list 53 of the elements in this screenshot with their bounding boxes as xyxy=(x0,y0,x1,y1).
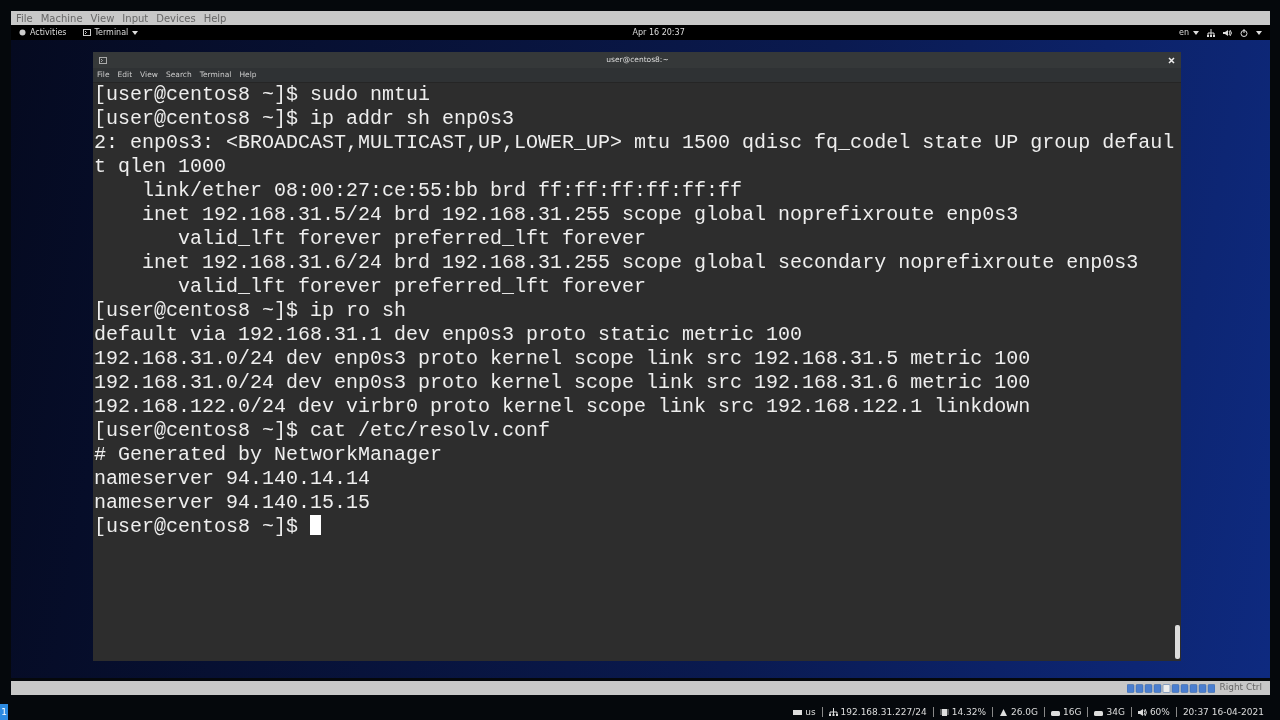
terminal-icon xyxy=(82,29,91,36)
menu-item[interactable]: Input xyxy=(122,10,149,26)
close-icon[interactable] xyxy=(1168,56,1175,64)
speaker-icon xyxy=(1137,707,1147,717)
terminal-line: [user@centos8 ~]$ ip addr sh enp0s3 xyxy=(94,107,516,131)
network-icon xyxy=(828,707,838,717)
terminal-line: 192.168.122.0/24 dev virbr0 proto kernel scope link src 192.168.122.1 linkdown xyxy=(94,395,1032,419)
status-text: 34G xyxy=(1106,707,1125,717)
terminal-line: t qlen 1000 xyxy=(94,155,228,179)
clock[interactable]: Apr 16 20:37 xyxy=(467,26,850,39)
status-text: 192.168.31.227/24 xyxy=(840,707,927,717)
menu-item[interactable]: View xyxy=(90,10,115,26)
keyboard-icon xyxy=(793,707,803,717)
scrollbar-thumb[interactable] xyxy=(1175,625,1180,659)
menu-item[interactable]: Devices xyxy=(156,10,196,26)
caret-icon xyxy=(1256,30,1262,35)
caret-icon xyxy=(132,30,139,35)
menu-item[interactable]: Help xyxy=(203,10,227,26)
terminal-line: 192.168.31.0/24 dev enp0s3 proto kernel scope link src 192.168.31.5 metric 100 xyxy=(94,347,1032,371)
status-text: us xyxy=(805,707,816,717)
workspace-button[interactable]: 1 xyxy=(0,704,8,720)
status-text: 16G xyxy=(1063,707,1082,717)
menu-item[interactable]: File xyxy=(16,10,33,26)
power-icon xyxy=(1240,28,1248,37)
terminal-line: # Generated by NetworkManager xyxy=(94,443,444,467)
terminal-line: [user@centos8 ~]$ ip ro sh xyxy=(94,299,408,323)
terminal-line: nameserver 94.140.15.15 xyxy=(94,491,372,515)
network-icon xyxy=(1207,28,1215,37)
terminal-line: link/ether 08:00:27:ce:55:bb brd ff:ff:ff:ff:ff:ff xyxy=(141,179,744,203)
app-menu[interactable]: Terminal xyxy=(82,26,139,39)
speaker-icon xyxy=(1223,28,1232,37)
status-text: 60% xyxy=(1149,707,1170,717)
terminal-prompt: [user@centos8 ~]$ xyxy=(94,515,300,538)
status-text: 14.32% xyxy=(951,707,986,717)
terminal-line: default via 192.168.31.1 dev enp0s3 proto static metric 100 xyxy=(94,323,804,347)
caret-icon xyxy=(1193,30,1199,35)
terminal-line: 2: enp0s3: <BROADCAST,MULTICAST,UP,LOWER_UP> mtu 1500 qdisc fq_codel state UP group defaul xyxy=(94,131,1175,155)
terminal-line: 192.168.31.0/24 dev enp0s3 proto kernel scope link src 192.168.31.6 metric 100 xyxy=(94,371,1032,395)
terminal-line: [user@centos8 ~]$ sudo nmtui xyxy=(94,83,432,107)
status-text: 26.0G xyxy=(1011,707,1038,717)
terminal-line: inet 192.168.31.6/24 brd 192.168.31.255 scope global secondary noprefixroute enp0s3 xyxy=(141,251,1140,275)
terminal-icon xyxy=(99,56,107,64)
language-menu[interactable]: en xyxy=(1179,26,1199,39)
host-key-label: Right Ctrl xyxy=(1219,681,1262,695)
terminal-line: nameserver 94.140.14.14 xyxy=(94,467,372,491)
menu-item[interactable]: Machine xyxy=(40,10,83,26)
status-text: 20:37 16-04-2021 xyxy=(1182,707,1264,717)
terminal-line: valid_lft forever preferred_lft forever xyxy=(177,227,648,251)
activities-button[interactable]: Activities xyxy=(19,26,67,39)
terminal-line: valid_lft forever preferred_lft forever xyxy=(177,275,648,299)
text-cursor xyxy=(310,515,322,535)
terminal-line: inet 192.168.31.5/24 brd 192.168.31.255 scope global noprefixroute enp0s3 xyxy=(141,203,1020,227)
terminal-line: [user@centos8 ~]$ cat /etc/resolv.conf xyxy=(94,419,552,443)
